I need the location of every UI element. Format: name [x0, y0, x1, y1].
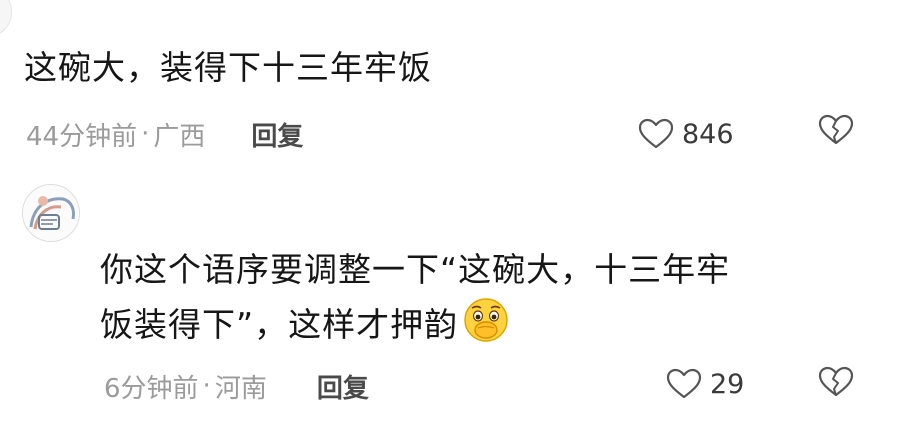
- comment-thread: 这碗大，装得下十三年牢饭 44分钟前 · 广西 回复 846 你这个语序要调整一…: [0, 0, 902, 424]
- like-button[interactable]: 846: [638, 112, 734, 156]
- broken-heart-icon: [818, 366, 854, 397]
- heart-outline-icon: [666, 368, 702, 399]
- covering-mouth-emoji-icon: [462, 296, 510, 359]
- like-count: 846: [682, 118, 734, 150]
- comment-meta: 44分钟前 · 广西 回复: [26, 114, 303, 154]
- comment-location: 广西: [153, 121, 206, 152]
- like-count: 29: [710, 368, 745, 400]
- comment-text-line: 你这个语序要调整一下“这碗大，十三年牢: [100, 250, 731, 289]
- comment-text: 你这个语序要调整一下“这碗大，十三年牢 饭装得下”，这样才押韵: [100, 244, 730, 359]
- heart-outline-icon: [638, 118, 674, 149]
- avatar[interactable]: [0, 0, 12, 38]
- dislike-button[interactable]: [818, 366, 854, 402]
- dislike-button[interactable]: [818, 114, 854, 150]
- comment-time: 6分钟前: [104, 373, 199, 404]
- comment-text-fragment: 饭装得下”，这样才押韵: [100, 305, 459, 344]
- comment-time: 44分钟前: [26, 121, 138, 152]
- comment-meta: 6分钟前 · 河南 回复: [104, 366, 369, 406]
- meta-separator: ·: [202, 371, 211, 401]
- reply-button[interactable]: 回复: [317, 368, 369, 405]
- avatar[interactable]: [22, 184, 80, 242]
- broken-heart-icon: [818, 114, 854, 145]
- meta-separator: ·: [141, 119, 150, 149]
- reply-button[interactable]: 回复: [251, 116, 303, 153]
- comment-location: 河南: [214, 373, 267, 404]
- comment-text-line: 饭装得下”，这样才押韵: [100, 296, 730, 359]
- like-button[interactable]: 29: [666, 362, 744, 406]
- comment-text: 这碗大，装得下十三年牢饭: [24, 48, 432, 87]
- avatar-image: [23, 185, 79, 241]
